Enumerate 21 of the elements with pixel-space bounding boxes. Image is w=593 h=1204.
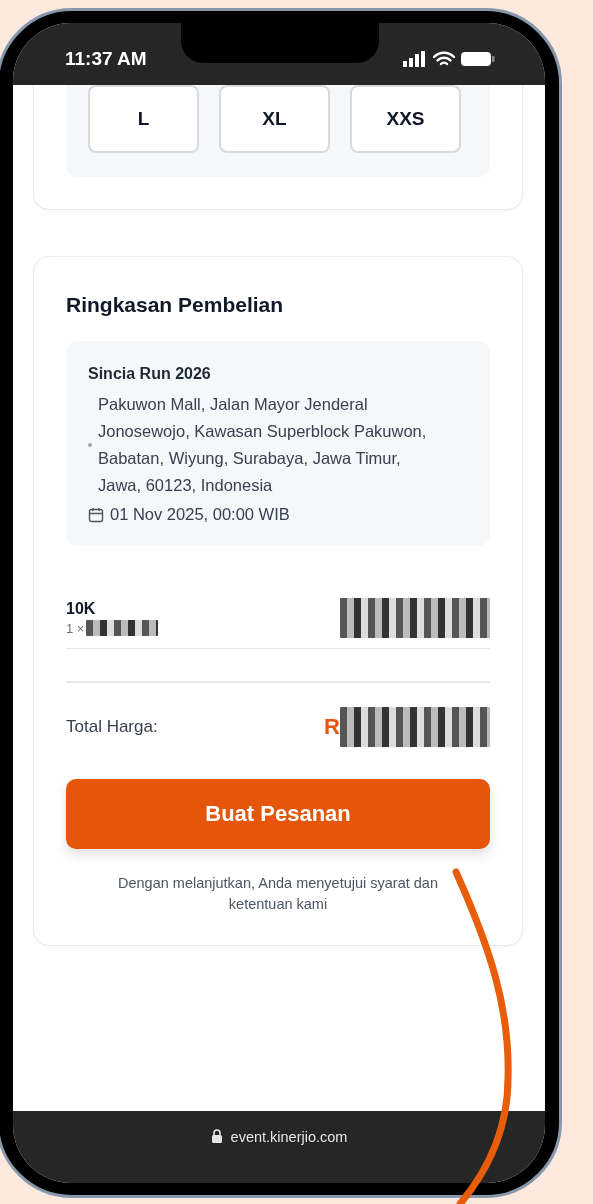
page-url[interactable]: event.kinerjio.com — [230, 1129, 348, 1145]
location-dot-icon — [88, 443, 92, 447]
order-button[interactable]: Buat Pesanan — [66, 778, 490, 849]
ticket-quantity: 1 × — [66, 620, 85, 636]
status-time: 11:37 AM — [65, 48, 147, 70]
size-option[interactable]: L — [88, 85, 199, 153]
signal-icon — [403, 51, 427, 67]
size-option[interactable]: XXS — [350, 85, 461, 153]
wifi-icon — [433, 51, 455, 67]
terms-text: Dengan melanjutkan, Anda menyetujui syarat dan ketentuan kami — [117, 873, 439, 914]
total-price: R — [324, 713, 340, 740]
event-name: Sincia Run 2026 — [88, 365, 212, 383]
event-date: 01 Nov 2025, 00:00 WIB — [110, 505, 290, 524]
total-label: Total Harga: — [66, 716, 158, 737]
summary-title: Ringkasan Pembelian — [66, 293, 285, 317]
calendar-icon — [88, 506, 104, 523]
event-address: Pakuwon Mall, Jalan Mayor Jenderal Jonosewojo, Kawasan Superblock Pakuwon, Babatan, Wiyung, Surabaya, Jawa Timur, Jawa, 60123, Indonesia — [98, 394, 428, 496]
size-option[interactable]: XL — [219, 85, 330, 153]
lock-icon — [210, 1129, 223, 1143]
battery-icon — [461, 51, 495, 67]
ticket-name: 10K — [66, 600, 97, 618]
